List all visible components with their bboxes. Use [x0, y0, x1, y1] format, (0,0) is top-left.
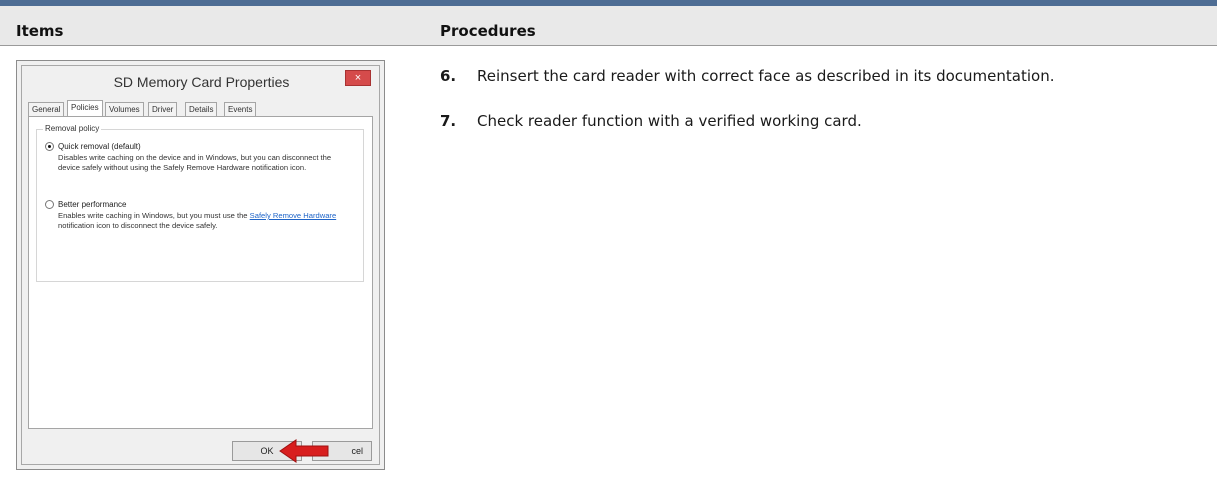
quick-removal-radio[interactable] — [45, 142, 54, 151]
tab-general[interactable]: General — [28, 102, 65, 116]
quick-removal-description: Disables write caching on the device and… — [58, 153, 332, 172]
better-performance-radio[interactable] — [45, 200, 54, 209]
tab-policies[interactable]: Policies — [67, 100, 103, 117]
tab-driver[interactable]: Driver — [148, 102, 178, 116]
step-text: Reinsert the card reader with correct fa… — [477, 67, 1055, 85]
sd-card-properties-screenshot: SD Memory Card Properties × General Poli… — [16, 60, 385, 470]
step-number: 7. — [440, 112, 457, 130]
removal-policy-group: Removal policy Quick removal (default) D… — [36, 124, 364, 282]
close-icon[interactable]: × — [345, 70, 371, 86]
red-arrow-icon — [279, 439, 329, 463]
items-column-header: Items — [16, 22, 64, 40]
step-number: 6. — [440, 67, 457, 85]
step-text: Check reader function with a verified wo… — [477, 112, 862, 130]
tab-volumes[interactable]: Volumes — [105, 102, 144, 116]
properties-dialog: SD Memory Card Properties × General Poli… — [21, 65, 380, 465]
better-performance-label: Better performance — [58, 200, 127, 209]
dialog-title: SD Memory Card Properties — [113, 74, 290, 90]
table-header: Items Procedures — [0, 6, 1217, 46]
procedures-column-header: Procedures — [440, 22, 536, 40]
policies-panel: Removal policy Quick removal (default) D… — [28, 116, 373, 429]
better-performance-description: Enables write caching in Windows, but yo… — [58, 211, 348, 230]
better-performance-description-start: Enables write caching in Windows, but yo… — [58, 211, 248, 220]
tab-events[interactable]: Events — [224, 102, 257, 116]
better-performance-description-end: notification icon to disconnect the devi… — [58, 220, 218, 230]
safely-remove-hardware-link[interactable]: Safely Remove Hardware — [250, 211, 337, 220]
tab-details[interactable]: Details — [185, 102, 218, 116]
removal-policy-label: Removal policy — [43, 124, 102, 133]
quick-removal-label: Quick removal (default) — [58, 142, 141, 151]
